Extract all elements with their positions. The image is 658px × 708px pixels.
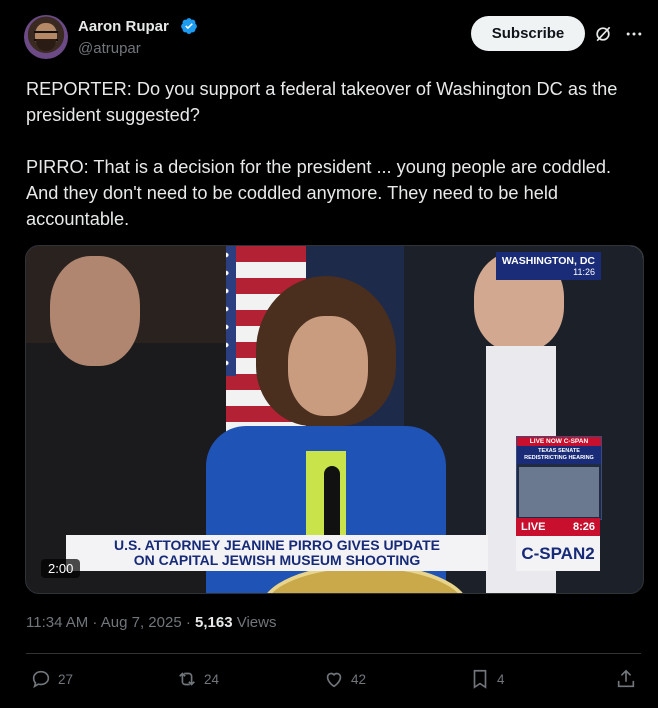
live-time: 8:26 xyxy=(572,521,595,533)
views-count: 5,163 xyxy=(195,614,233,631)
avatar[interactable] xyxy=(24,15,68,59)
repost-icon xyxy=(179,672,195,686)
live-now-label: LIVE NOW C-SPAN xyxy=(517,437,601,446)
video-duration: 2:00 xyxy=(41,559,81,578)
location-time: 11:26 xyxy=(573,267,595,277)
tweet-text: REPORTER: Do you support a federal takeo… xyxy=(26,79,618,229)
verified-badge-icon xyxy=(181,18,197,34)
avatar-beard xyxy=(36,39,56,51)
repost-button[interactable]: 24 xyxy=(176,667,219,691)
grok-icon[interactable] xyxy=(593,24,613,44)
views-label: Views xyxy=(232,614,277,631)
location-bug: WASHINGTON, DC 11:26 xyxy=(495,252,601,280)
share-icon xyxy=(617,669,635,688)
like-count: 42 xyxy=(351,671,367,687)
reply-icon xyxy=(32,670,50,689)
like-button[interactable]: 42 xyxy=(323,667,366,691)
tweet-meta: 11:34 AM · Aug 7, 2025 · 5,163 Views xyxy=(26,614,276,631)
reply-button[interactable]: 27 xyxy=(30,667,73,691)
tweet-timestamp[interactable]: 11:34 AM · Aug 7, 2025 · xyxy=(26,614,195,631)
bookmark-button[interactable]: 4 xyxy=(469,667,505,691)
chyron: U.S. ATTORNEY JEANINE PIRRO GIVES UPDATE… xyxy=(66,535,488,571)
location-text: WASHINGTON, DC xyxy=(501,255,595,267)
more-options-icon[interactable] xyxy=(624,24,644,44)
author-handle[interactable]: @atrupar xyxy=(78,40,141,57)
live-program-label: TEXAS SENATE REDISTRICTING HEARING xyxy=(517,446,601,464)
divider xyxy=(26,653,641,654)
network-logo: C-SPAN2 xyxy=(516,536,600,571)
live-label: LIVE xyxy=(521,521,546,533)
video-player[interactable]: WASHINGTON, DC 11:26 LIVE NOW C-SPAN TEX… xyxy=(25,245,644,594)
live-now-box: LIVE NOW C-SPAN TEXAS SENATE REDISTRICTI… xyxy=(516,436,602,520)
reply-count: 27 xyxy=(58,671,74,687)
subscribe-button[interactable]: Subscribe xyxy=(471,16,585,51)
repost-count: 24 xyxy=(204,671,220,687)
bookmark-count: 4 xyxy=(497,671,505,687)
bookmark-icon xyxy=(473,669,487,689)
author-name[interactable]: Aaron Rupar xyxy=(78,18,169,35)
live-bar: LIVE 8:26 xyxy=(516,518,600,536)
live-screen xyxy=(519,467,599,517)
share-button[interactable] xyxy=(615,667,637,691)
chyron-line1: U.S. ATTORNEY JEANINE PIRRO GIVES UPDATE xyxy=(114,537,440,553)
chyron-line2: ON CAPITAL JEWISH MUSEUM SHOOTING xyxy=(133,552,421,568)
heart-icon xyxy=(326,672,342,688)
